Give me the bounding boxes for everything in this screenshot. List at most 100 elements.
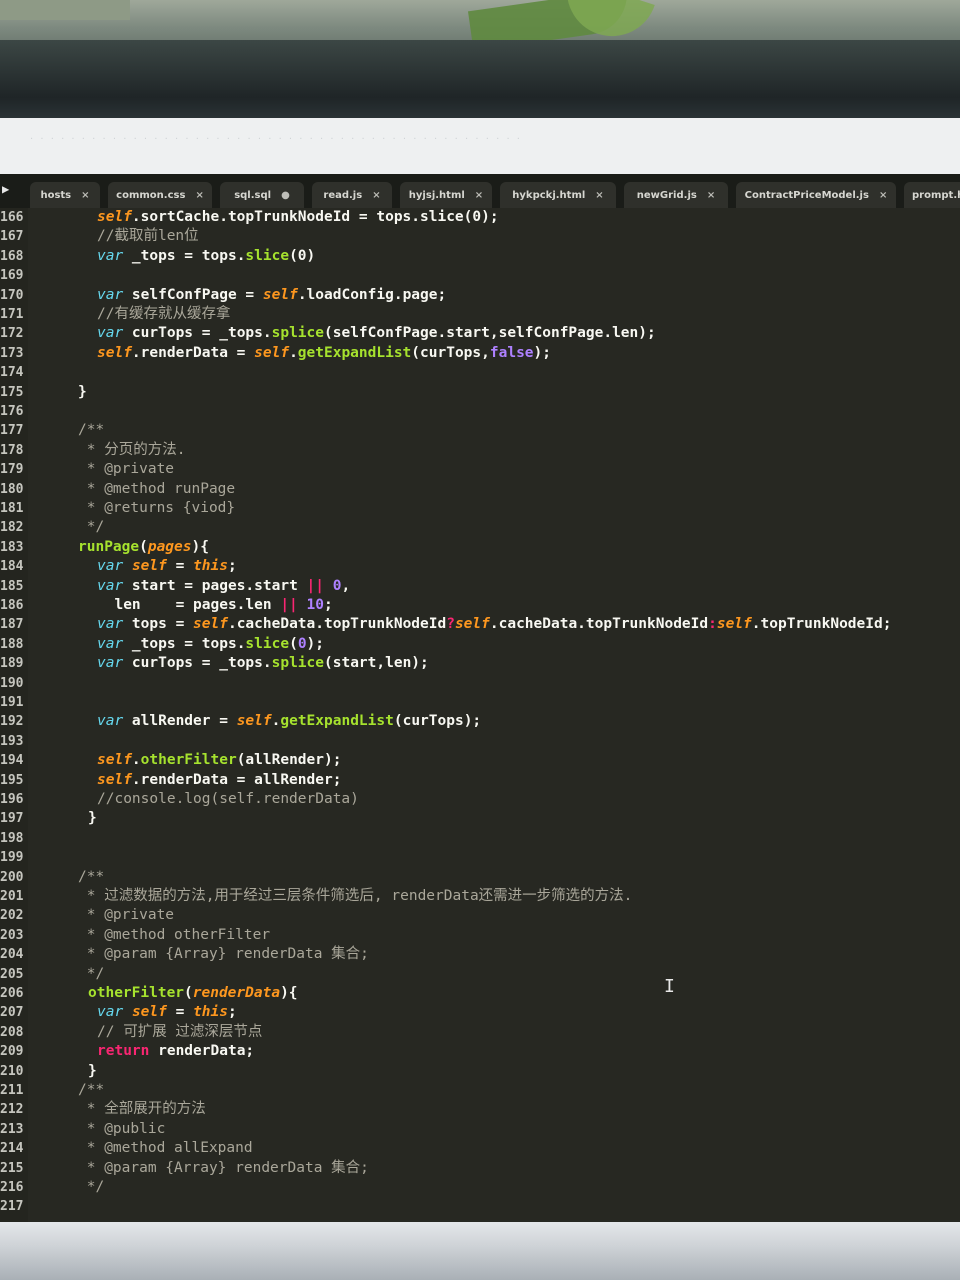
code-token: .renderData = (131, 344, 255, 361)
code-line[interactable]: var start = pages.start || 0, (97, 577, 350, 596)
monitor-bezel (0, 40, 960, 122)
code-line[interactable]: /** (78, 1081, 104, 1100)
code-token: .cacheData.topTrunkNodeId (489, 616, 709, 633)
code-line[interactable]: * 全部展开的方法 (78, 1100, 206, 1119)
line-number-gutter: 166 167 168 169 170 171 172 173 174 175 176 177 178 1… (0, 208, 28, 1222)
code-token: ; (227, 558, 237, 575)
code-line[interactable]: var curTops = _tops.splice(start,len); (97, 654, 429, 673)
line-number: 215 (0, 1160, 24, 1176)
code-line[interactable]: var selfConfPage = self.loadConfig.page; (97, 286, 446, 305)
line-number: 192 (0, 714, 24, 730)
code-token: renderData; (149, 1043, 255, 1060)
code-line[interactable]: var _tops = tops.slice(0); (97, 635, 324, 654)
tab-sql-sql[interactable]: sql.sql ● (220, 182, 304, 208)
tab-hyjsj-html[interactable]: hyjsj.html × (400, 182, 492, 208)
code-token: self (97, 771, 132, 788)
code-line[interactable]: */ (78, 1178, 104, 1197)
code-line[interactable]: * @returns {viod} (78, 499, 235, 518)
code-token: 0 (297, 635, 307, 652)
code-line[interactable]: runPage(pages){ (78, 538, 209, 557)
code-line[interactable]: var self = this; (97, 1003, 237, 1022)
code-token: : (708, 616, 717, 633)
tab-hosts[interactable]: hosts × (30, 182, 100, 208)
line-number: 172 (0, 326, 24, 342)
code-token: self (254, 344, 290, 361)
close-icon[interactable]: × (372, 190, 380, 201)
tab-common-css[interactable]: common.css × (108, 182, 212, 208)
close-icon[interactable]: × (81, 190, 89, 201)
code-line[interactable]: * @method otherFilter (78, 926, 270, 945)
code-token: splice (271, 325, 324, 342)
code-line[interactable]: self.renderData = self.getExpandList(cur… (97, 344, 551, 363)
tab-hykpckj-html[interactable]: hykpckj.html × (500, 182, 616, 208)
code-token: len = pages.len (97, 597, 281, 613)
line-number: 200 (0, 869, 24, 885)
code-line[interactable]: //截取前len位 (97, 227, 199, 246)
code-line[interactable]: } (88, 809, 97, 828)
code-line[interactable]: //console.log(self.renderData) (97, 790, 359, 809)
code-line[interactable]: } (78, 383, 87, 402)
code-line[interactable]: * 分页的方法. (78, 441, 186, 460)
close-icon[interactable]: × (595, 190, 603, 201)
tab-read-js[interactable]: read.js × (312, 182, 392, 208)
code-token: self (97, 752, 132, 769)
code-token: self (131, 558, 167, 575)
line-number: 173 (0, 345, 24, 361)
code-line[interactable]: var allRender = self.getExpandList(curTo… (97, 712, 481, 731)
tab-scroll-arrow-icon[interactable]: ▶ (2, 182, 9, 196)
unsaved-dot-icon[interactable]: ● (281, 190, 290, 201)
code-token: var (97, 616, 124, 633)
code-line[interactable]: var curTops = _tops.splice(selfConfPage.… (97, 324, 656, 343)
code-token: (selfConfPage.start,selfConfPage.len); (324, 325, 656, 342)
code-token: ){ (280, 985, 298, 1001)
close-icon[interactable]: × (195, 190, 203, 201)
code-line[interactable]: * @private (78, 906, 174, 925)
close-icon[interactable]: × (475, 190, 483, 201)
code-line[interactable]: self.renderData = allRender; (97, 771, 341, 790)
line-number: 216 (0, 1180, 24, 1195)
code-token: || (306, 577, 324, 594)
tab-label: prompt.h (912, 189, 960, 201)
code-token: this (193, 558, 228, 575)
code-line[interactable]: */ (78, 518, 104, 537)
code-token: ? (446, 616, 455, 633)
code-line[interactable]: //有缓存就从缓存拿 (97, 305, 230, 324)
code-line[interactable]: */ (78, 965, 104, 984)
close-icon[interactable]: × (707, 190, 715, 201)
code-token: var (97, 286, 124, 303)
code-line[interactable]: self.otherFilter(allRender); (97, 751, 341, 770)
code-line[interactable]: return renderData; (97, 1042, 254, 1061)
code-line[interactable]: // 可扩展 过滤深层节点 (97, 1023, 262, 1042)
line-number: 167 (0, 229, 24, 245)
line-number: 214 (0, 1141, 24, 1157)
tab-contractpricemodel-js[interactable]: ContractPriceModel.js × (736, 182, 896, 208)
close-icon[interactable]: × (879, 190, 887, 201)
code-token: self (193, 616, 228, 633)
code-token: . (289, 344, 298, 361)
tab-newgrid-js[interactable]: newGrid.js × (624, 182, 728, 208)
code-line[interactable]: self.sortCache.topTrunkNodeId = tops.sli… (97, 208, 499, 227)
code-line[interactable]: var tops = self.cacheData.topTrunkNodeId… (97, 615, 891, 634)
code-line[interactable]: len = pages.len || 10; (97, 596, 332, 615)
code-line[interactable]: /** (78, 868, 104, 887)
code-line[interactable]: * @private (78, 460, 174, 479)
code-line[interactable]: * @public (78, 1120, 166, 1139)
editor-window: · · · · · · · · · · · · · · · · · · · · … (0, 118, 960, 1222)
code-editor[interactable]: 166 167 168 169 170 171 172 173 174 175 176 177 178 1… (0, 208, 960, 1222)
code-line[interactable]: * @method allExpand (78, 1139, 253, 1158)
code-line[interactable]: * 过滤数据的方法,用于经过三层条件筛选后, renderData还需进一步筛选… (78, 887, 633, 906)
line-number: 176 (0, 404, 24, 419)
line-number: 202 (0, 908, 24, 924)
code-line[interactable]: var _tops = tops.slice(0) (97, 247, 315, 266)
code-line[interactable]: var self = this; (97, 557, 237, 576)
tab-prompt[interactable]: prompt.h (904, 182, 960, 208)
code-token: ( (184, 985, 193, 1001)
code-line[interactable]: * @param {Array} renderData 集合; (78, 945, 369, 964)
code-line[interactable]: } (88, 1062, 97, 1081)
code-line[interactable]: /** (78, 421, 104, 440)
code-line[interactable]: * @param {Array} renderData 集合; (78, 1159, 369, 1178)
code-line[interactable]: * @method runPage (78, 480, 235, 499)
code-line[interactable]: otherFilter(renderData){ (88, 984, 298, 1003)
code-token: ); (306, 635, 325, 652)
